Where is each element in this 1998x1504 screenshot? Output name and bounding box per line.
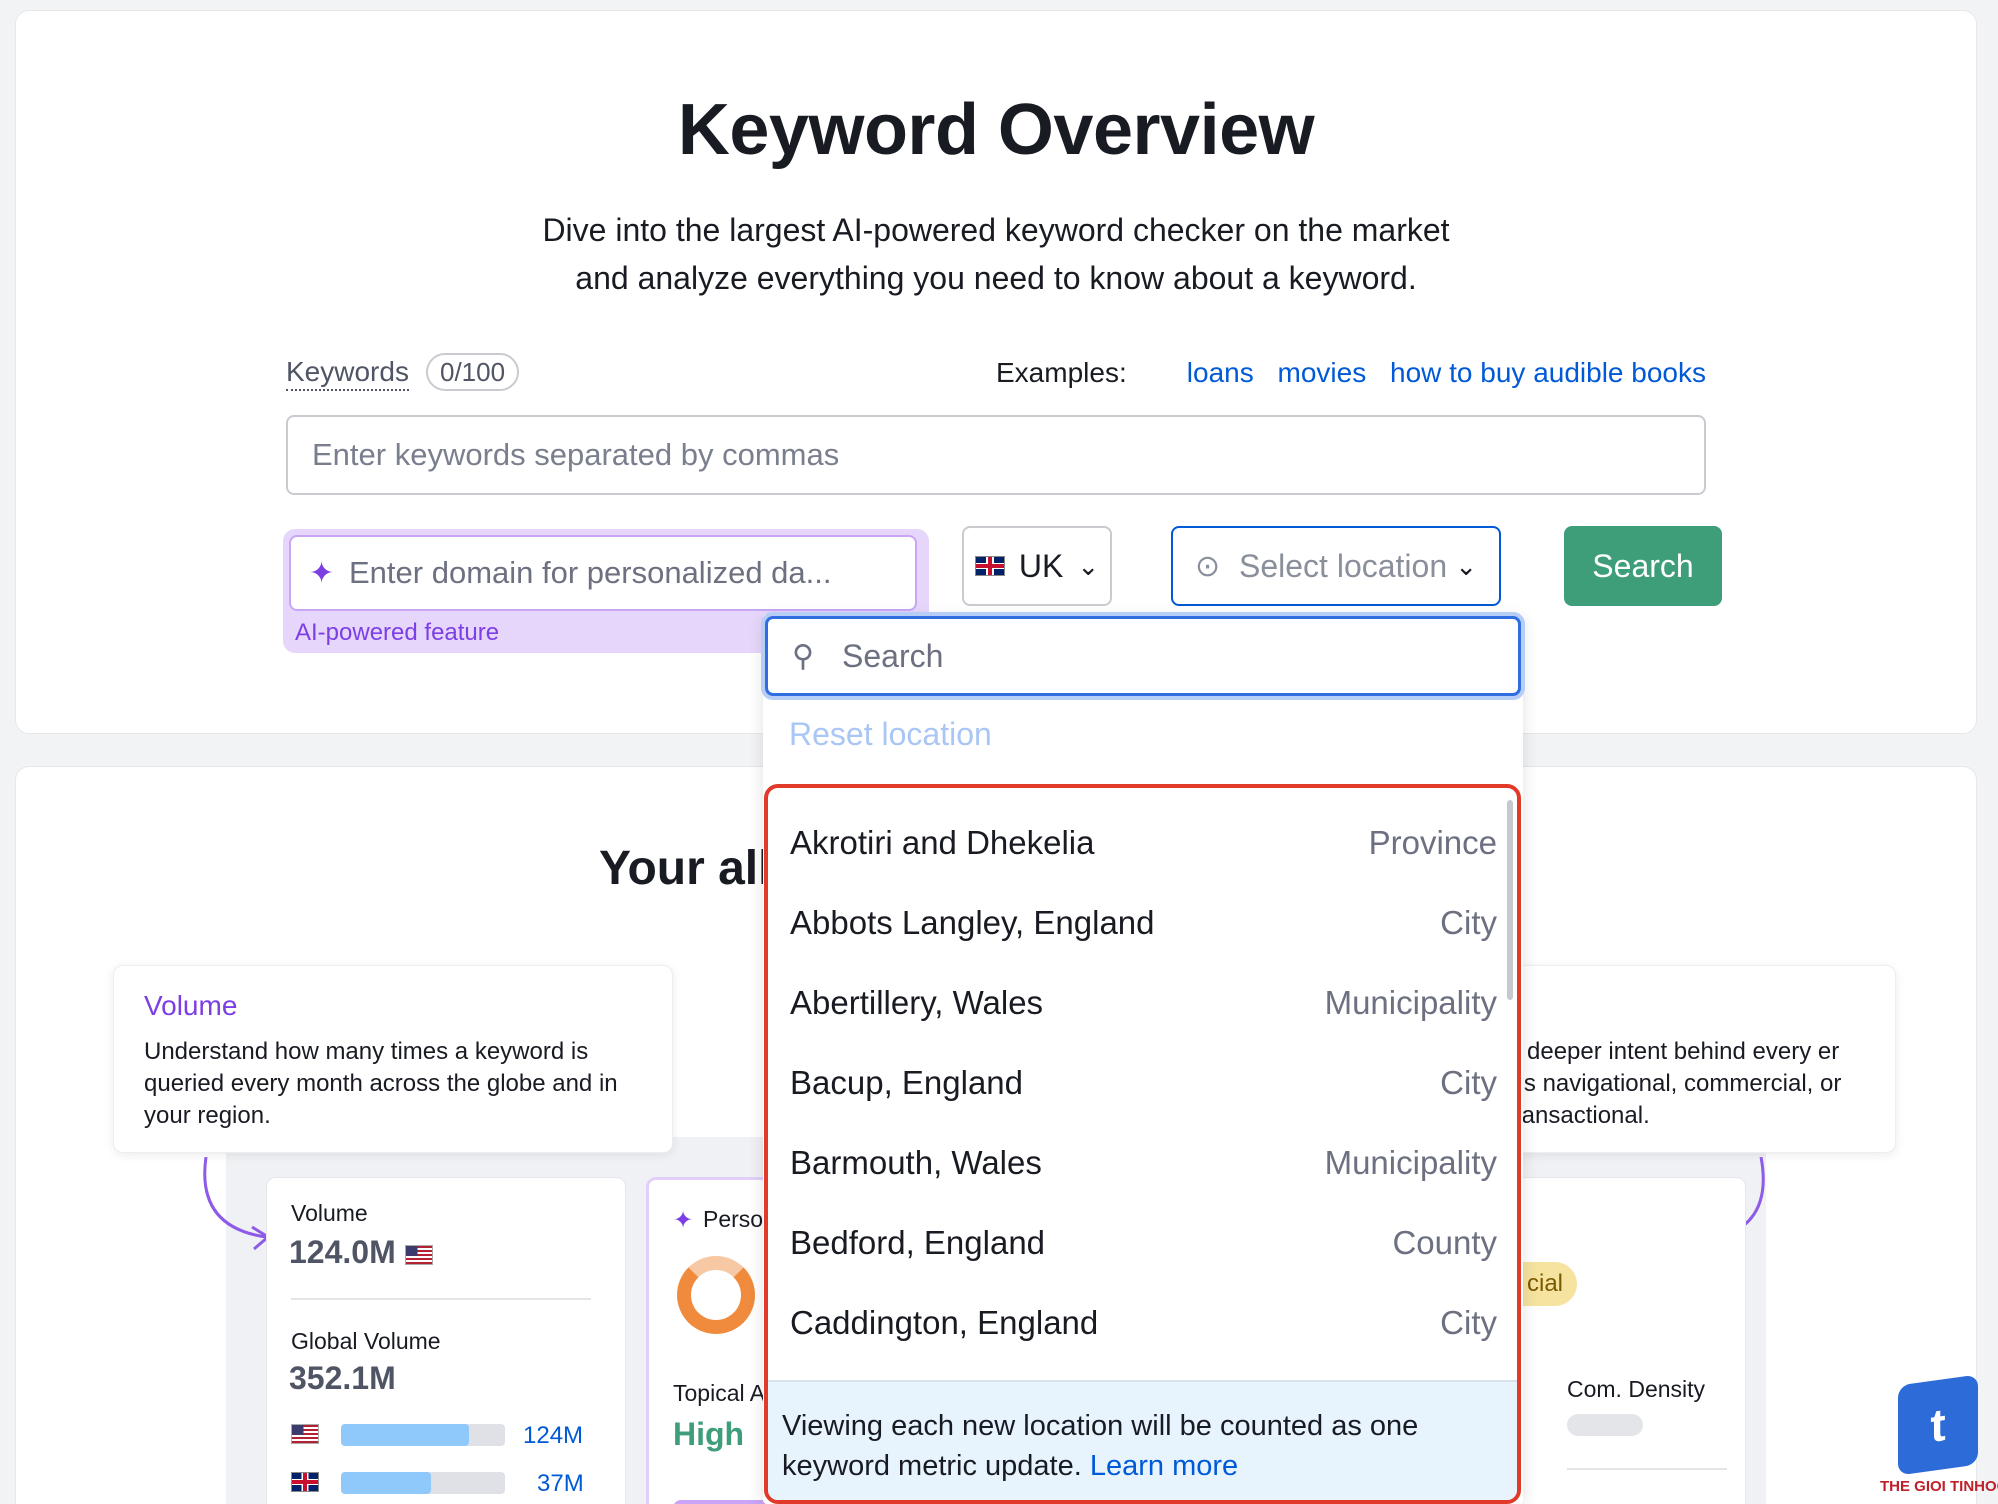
examples-label: Examples: [996, 357, 1127, 388]
location-search-input[interactable]: ⚲ Search [765, 616, 1521, 696]
location-name: Akrotiri and Dhekelia [790, 824, 1095, 861]
location-pin-icon: ⊙ [1195, 549, 1221, 583]
search-button[interactable]: Search [1564, 526, 1722, 606]
intent-tooltip-text: e deeper intent behind every er it’s nav… [1507, 1038, 1842, 1129]
chevron-down-icon: ⌄ [1455, 550, 1477, 581]
intent-card: cial Com. Density [1516, 1177, 1746, 1504]
location-type: City [1440, 1064, 1497, 1101]
location-type: Municipality [1324, 1144, 1497, 1181]
location-type: City [1440, 904, 1497, 941]
us-flag-icon [291, 1424, 319, 1444]
volume-card: Volume 124.0M Global Volume 352.1M 124M … [266, 1177, 626, 1504]
us-flag-icon [404, 1244, 433, 1265]
location-name: Barmouth, Wales [790, 1144, 1042, 1181]
location-option[interactable]: Akrotiri and Dhekelia Province [790, 824, 1497, 862]
location-type: Province [1368, 824, 1497, 861]
volume-tooltip: Volume Understand how many times a keywo… [113, 965, 673, 1153]
location-usage-note: Viewing each new location will be counte… [768, 1380, 1517, 1500]
chevron-down-icon: ⌄ [1077, 550, 1100, 581]
location-dropdown: ⚲ Search Reset location Akrotiri and Dhe… [763, 614, 1523, 1504]
keywords-count-badge: 0/100 [426, 353, 520, 391]
intent-tooltip: t e deeper intent behind every er it’s n… [1476, 965, 1896, 1153]
location-option[interactable]: Abertillery, Wales Municipality [790, 984, 1497, 1022]
uk-flag-icon [974, 556, 1005, 576]
location-option[interactable]: Bedford, England County [790, 1224, 1497, 1262]
keywords-input[interactable] [286, 415, 1706, 495]
sparkle-icon: ✦ [309, 556, 335, 590]
page-subtitle: Dive into the largest AI-powered keyword… [16, 206, 1976, 302]
intent-tooltip-title: t [1507, 990, 1865, 1022]
section-title: Your all- [599, 842, 788, 895]
location-select[interactable]: ⊙ Select location ⌄ [1171, 526, 1501, 606]
divider [1567, 1468, 1727, 1470]
example-link-audible[interactable]: how to buy audible books [1390, 357, 1706, 388]
watermark-cube-icon: t [1898, 1374, 1978, 1476]
topical-authority-label: Topical A [673, 1380, 766, 1406]
location-search-placeholder: Search [842, 637, 944, 674]
subtitle-line-1: Dive into the largest AI-powered keyword… [542, 212, 1450, 248]
domain-input[interactable]: ✦ Enter domain for personalized da... [289, 535, 917, 611]
location-type: County [1392, 1224, 1497, 1261]
difficulty-donut [677, 1256, 755, 1334]
location-option[interactable]: Abbots Langley, England City [790, 904, 1497, 942]
uk-volume-value: 37M [537, 1470, 584, 1497]
com-density-bar [1567, 1414, 1643, 1436]
search-icon: ⚲ [792, 639, 814, 673]
com-density-label: Com. Density [1567, 1376, 1706, 1402]
ai-feature-label: AI-powered feature [295, 619, 500, 646]
database-code: UK [1018, 547, 1064, 584]
location-type: Municipality [1324, 984, 1497, 1021]
location-option[interactable]: Barmouth, Wales Municipality [790, 1144, 1497, 1182]
location-option[interactable]: Caddington, England City [790, 1304, 1497, 1342]
location-type: City [1440, 1304, 1497, 1341]
subtitle-line-2: and analyze everything you need to know … [575, 260, 1417, 296]
watermark-logo: t THE GIOI TINHOC [1880, 1374, 1998, 1500]
location-name: Abertillery, Wales [790, 984, 1044, 1021]
location-name: Bedford, England [790, 1224, 1046, 1261]
intent-badge: cial [1517, 1262, 1578, 1306]
page-title: Keyword Overview [677, 90, 1315, 170]
domain-input-placeholder: Enter domain for personalized da... [349, 555, 832, 590]
database-select[interactable]: UK ⌄ [962, 526, 1112, 606]
personal-label: Perso [703, 1206, 764, 1232]
volume-label: Volume [291, 1200, 368, 1226]
location-name: Bacup, England [790, 1064, 1024, 1101]
volume-arrow-icon [203, 1157, 271, 1251]
topical-authority-value: High [673, 1416, 745, 1452]
global-volume-label: Global Volume [291, 1328, 441, 1354]
scrollbar[interactable] [1507, 800, 1513, 1000]
location-list: Akrotiri and Dhekelia Province Abbots La… [764, 784, 1521, 1504]
global-volume-value: 352.1M [289, 1360, 396, 1396]
example-link-movies[interactable]: movies [1278, 357, 1367, 388]
examples-row: Examples: loans movies how to buy audibl… [996, 357, 1706, 389]
watermark-brand: THE GIOI TINHOC [1880, 1478, 1998, 1495]
us-volume-bar [341, 1424, 505, 1446]
location-placeholder: Select location [1239, 547, 1448, 584]
reset-location-button[interactable]: Reset location [789, 716, 992, 753]
uk-volume-bar [341, 1472, 505, 1494]
volume-value: 124.0M [289, 1234, 433, 1271]
volume-tooltip-title: Volume [144, 990, 238, 1021]
location-name: Abbots Langley, England [790, 904, 1155, 941]
volume-number: 124.0M [289, 1234, 396, 1270]
divider [291, 1298, 591, 1300]
us-volume-value: 124M [523, 1422, 584, 1449]
sparkle-icon: ✦ [673, 1207, 694, 1234]
volume-tooltip-text: Understand how many times a keyword is q… [144, 1038, 618, 1129]
location-name: Caddington, England [790, 1304, 1099, 1341]
keywords-label[interactable]: Keywords [286, 355, 409, 391]
uk-flag-icon [291, 1472, 319, 1492]
location-option[interactable]: Bacup, England City [790, 1064, 1497, 1102]
example-link-loans[interactable]: loans [1187, 357, 1254, 388]
learn-more-link[interactable]: Learn more [1090, 1450, 1238, 1482]
